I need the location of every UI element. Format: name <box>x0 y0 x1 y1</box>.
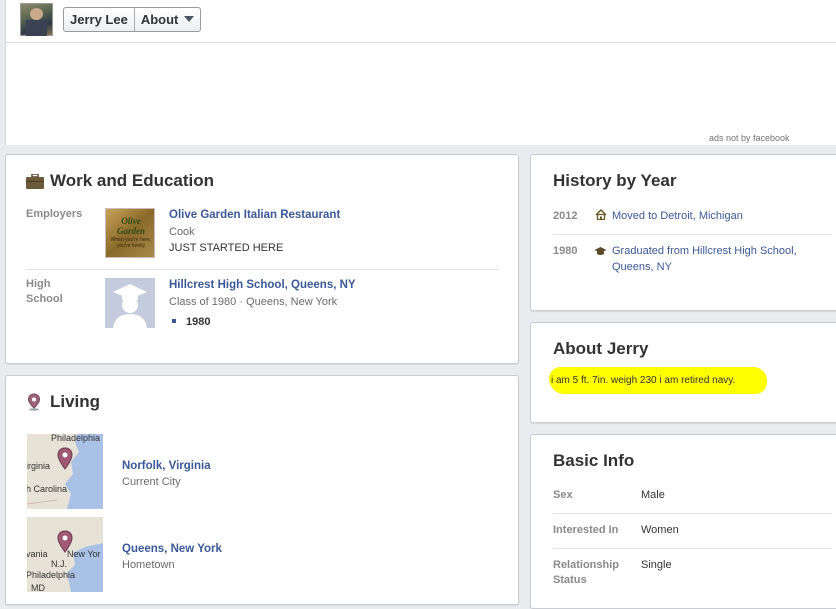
history-year: 1980 <box>553 245 578 257</box>
avatar-body <box>26 20 47 36</box>
history-divider <box>553 234 832 235</box>
breadcrumb: Jerry Lee About <box>63 7 202 32</box>
basic-info-card: Basic Info Sex Male Interested In Women … <box>530 434 836 609</box>
header-divider <box>6 42 836 43</box>
basic-info-label: Sex <box>553 489 573 501</box>
map-label: Philadelphia <box>51 434 101 443</box>
map-marker-icon <box>57 530 73 553</box>
current-city-type: Current City <box>122 476 181 488</box>
avatar-head <box>30 8 43 20</box>
employer-position: Cook <box>169 226 195 238</box>
hometown-link[interactable]: Queens, New York <box>122 543 222 555</box>
section-label: About <box>140 12 179 27</box>
living-card: Living Philadelphia irginia h Carolina N… <box>5 375 519 605</box>
logo-subtext: When you're here, you're family <box>110 237 152 249</box>
ads-notice[interactable]: ads not by facebook <box>709 133 790 143</box>
employer-name-link[interactable]: Olive Garden Italian Restaurant <box>169 209 340 221</box>
map-label: N.J. <box>51 559 68 569</box>
hometown-type: Hometown <box>122 559 175 571</box>
map-label: Philadelphia <box>27 570 76 580</box>
school-year: 1980 <box>172 316 210 328</box>
olive-garden-logo[interactable]: Olive Garden When you're here, you're fa… <box>105 208 155 258</box>
graduation-cap-icon <box>594 247 607 255</box>
basic-info-divider <box>553 548 832 549</box>
work-education-title: Work and Education <box>50 171 215 190</box>
employer-description: JUST STARTED HERE <box>169 242 284 254</box>
basic-info-label: Relationship Status <box>553 559 620 586</box>
profile-name-link[interactable]: Jerry Lee <box>64 8 134 31</box>
current-city-link[interactable]: Norfolk, Virginia <box>122 460 211 472</box>
basic-info-value: Single <box>641 559 672 571</box>
basic-info-title: Basic Info <box>553 451 635 470</box>
map-current-city[interactable]: Philadelphia irginia h Carolina <box>27 434 103 509</box>
map-shape <box>27 434 103 509</box>
about-title: About Jerry <box>553 339 649 358</box>
map-label: MD <box>31 583 45 592</box>
employers-label: Employers <box>26 208 83 220</box>
history-event-link[interactable]: Moved to Detroit, Michigan <box>612 208 743 224</box>
history-event-link[interactable]: Graduated from Hillcrest High School, Qu… <box>612 243 812 275</box>
history-title: History by Year <box>553 171 677 190</box>
logo-text: Olive Garden <box>116 216 145 236</box>
school-year-text: 1980 <box>186 316 211 328</box>
briefcase-icon <box>26 174 44 189</box>
map-label: irginia <box>27 461 51 471</box>
school-placeholder-image[interactable] <box>105 278 155 328</box>
school-details: Class of 1980 · Queens, New York <box>169 296 338 308</box>
work-divider <box>26 269 499 270</box>
map-hometown[interactable]: New Yor vania N.J. Philadelphia MD <box>27 517 103 592</box>
basic-info-value: Women <box>641 524 679 536</box>
chevron-down-icon <box>184 16 195 22</box>
home-icon <box>595 209 607 220</box>
about-text: i am 5 ft. 7in. weigh 230 i am retired n… <box>551 375 736 386</box>
basic-info-divider <box>553 513 832 514</box>
high-school-label: High School <box>26 278 63 305</box>
map-marker-icon <box>57 447 73 470</box>
bullet-icon <box>172 319 176 323</box>
profile-header: Jerry Lee About ads not by facebook <box>5 0 836 145</box>
basic-info-label: Interested In <box>553 524 619 536</box>
about-card: About Jerry i am 5 ft. 7in. weigh 230 i … <box>530 322 836 423</box>
graduation-silhouette-icon <box>113 284 147 328</box>
school-name-link[interactable]: Hillcrest High School, Queens, NY <box>169 279 356 291</box>
basic-info-value: Male <box>641 489 665 501</box>
map-label: vania <box>27 549 48 559</box>
history-year: 2012 <box>553 210 578 222</box>
section-dropdown[interactable]: About <box>133 8 201 31</box>
map-pin-icon <box>27 393 41 411</box>
avatar[interactable] <box>20 3 53 36</box>
map-label: h Carolina <box>27 484 68 494</box>
history-card: History by Year 2012 Moved to Detroit, M… <box>530 154 836 311</box>
work-education-card: Work and Education Employers Olive Garde… <box>5 154 519 364</box>
living-title: Living <box>50 392 101 411</box>
